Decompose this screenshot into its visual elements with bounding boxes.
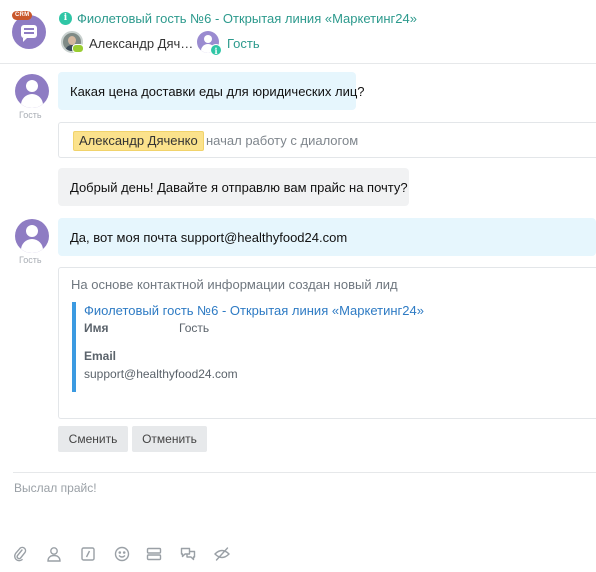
avatar-caption: Гость <box>19 110 42 120</box>
system-message: Александр Дяченко начал работу с диалого… <box>58 122 596 158</box>
guest-info-icon: i <box>210 44 222 56</box>
message-text: Какая цена доставки еды для юридических … <box>70 83 365 99</box>
operator-name[interactable]: Александр Дяч… <box>89 36 193 51</box>
guest-avatar <box>15 74 49 108</box>
lead-name-value: Гость <box>179 321 210 335</box>
crm-badge: CRM <box>12 11 33 20</box>
smile-icon[interactable] <box>113 545 131 563</box>
chat-icon <box>21 25 37 42</box>
guest-avatar <box>15 219 49 253</box>
lead-link[interactable]: Фиолетовый гость №6 - Открытая линия «Ма… <box>84 303 424 318</box>
operator-message: Добрый день! Давайте я отправлю вам прай… <box>58 168 409 206</box>
chat-icon[interactable] <box>179 545 197 563</box>
operator-tag[interactable]: Александр Дяченко <box>73 131 204 151</box>
cancel-button[interactable]: Отменить <box>132 426 207 452</box>
change-button[interactable]: Сменить <box>58 426 128 452</box>
message-input[interactable]: Выслал прайс! <box>14 481 97 495</box>
chat-header: CRM i Фиолетовый гость №6 - Открытая лин… <box>0 0 596 64</box>
avatar-caption: Гость <box>19 255 42 265</box>
client-message: Да, вот моя почта support@healthyfood24.… <box>58 218 596 256</box>
dialog-title[interactable]: Фиолетовый гость №6 - Открытая линия «Ма… <box>77 11 417 26</box>
user-icon[interactable] <box>45 545 63 563</box>
quick-answer-icon[interactable] <box>79 545 97 563</box>
system-message-text: начал работу с диалогом <box>206 133 359 148</box>
lead-card-heading: На основе контактной информации создан н… <box>71 277 398 292</box>
hidden-message-icon[interactable] <box>213 545 231 563</box>
lead-name-label: Имя <box>84 321 109 335</box>
message-text: Добрый день! Давайте я отправлю вам прай… <box>70 179 408 195</box>
composer-divider <box>13 472 596 473</box>
message-text: Да, вот моя почта support@healthyfood24.… <box>70 229 348 245</box>
guest-label[interactable]: Гость <box>227 36 260 51</box>
operator-status-icon <box>72 44 84 53</box>
lead-email-label: Email <box>84 349 117 363</box>
client-message: Какая цена доставки еды для юридических … <box>58 72 365 110</box>
lead-email-value: support@healthyfood24.com <box>84 367 238 381</box>
info-icon[interactable]: i <box>59 12 72 25</box>
paperclip-icon[interactable] <box>11 545 29 563</box>
forms-icon[interactable] <box>145 545 163 563</box>
lead-created-card: На основе контактной информации создан н… <box>58 267 596 419</box>
crm-chat-avatar[interactable] <box>12 15 46 49</box>
lead-accent-bar <box>72 302 76 392</box>
